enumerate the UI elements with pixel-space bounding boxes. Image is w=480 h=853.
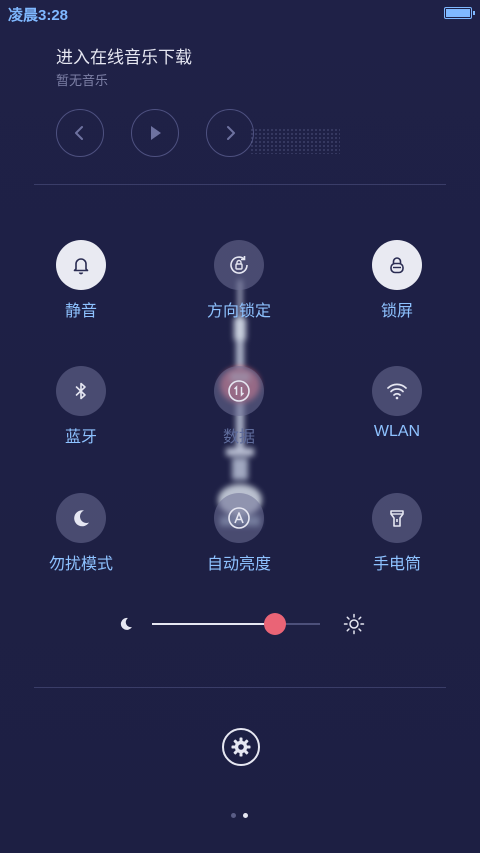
sun-icon — [343, 613, 365, 635]
divider-bottom — [34, 687, 446, 688]
previous-track-button[interactable] — [56, 109, 104, 157]
toggle-do-not-disturb[interactable]: 勿扰模式 — [21, 493, 141, 574]
bell-icon — [73, 258, 89, 275]
wifi-icon — [387, 383, 407, 400]
page-indicator-dot — [231, 813, 236, 818]
next-track-button[interactable] — [206, 109, 254, 157]
toggle-circle — [214, 366, 264, 416]
toggle-label: 勿扰模式 — [48, 556, 113, 573]
music-subtitle: 暂无音乐 — [56, 73, 109, 88]
toggle-label: 手电筒 — [372, 556, 421, 573]
divider-top — [34, 184, 446, 185]
brightness-slider-knob[interactable] — [263, 613, 286, 635]
toggle-flashlight[interactable]: 手电筒 — [337, 493, 457, 574]
toggle-circle — [372, 366, 422, 416]
status-bar: 凌晨3:28 — [0, 0, 480, 28]
rotation-lock-icon — [230, 256, 248, 274]
status-time: 凌晨3:28 — [8, 7, 69, 24]
battery-fill — [446, 9, 470, 17]
toggle-mobile-data[interactable]: 数据 — [179, 366, 299, 447]
toggle-label: 方向锁定 — [206, 303, 271, 320]
toggle-label: 蓝牙 — [64, 429, 97, 446]
toggle-label: 自动亮度 — [206, 556, 271, 573]
toggle-label: 锁屏 — [380, 303, 413, 320]
play-button[interactable] — [131, 109, 179, 157]
brightness-slider-fill — [152, 623, 275, 625]
toggle-auto-brightness[interactable]: 自动亮度 — [179, 493, 299, 574]
page-indicator-dot-active — [243, 813, 248, 818]
play-icon — [151, 126, 161, 140]
toggle-lock-screen[interactable]: 锁屏 — [337, 240, 457, 321]
toggle-circle — [56, 493, 106, 543]
toggle-circle — [56, 366, 106, 416]
toggle-circle — [372, 493, 422, 543]
battery-icon — [444, 7, 475, 19]
chevron-left-icon — [75, 126, 83, 140]
toggle-label: 静音 — [64, 303, 97, 320]
bluetooth-icon — [75, 382, 86, 400]
lock-icon — [390, 257, 404, 274]
chevron-right-icon — [227, 126, 235, 140]
toggle-bluetooth[interactable]: 蓝牙 — [21, 366, 141, 447]
moon-icon — [74, 510, 89, 527]
auto-brightness-icon — [228, 507, 250, 529]
toggle-label: 数据 — [222, 429, 255, 446]
toggle-rotation-lock[interactable]: 方向锁定 — [179, 240, 299, 321]
toggle-circle — [56, 240, 106, 290]
brightness-slider[interactable] — [152, 613, 320, 635]
toggle-mute[interactable]: 静音 — [21, 240, 141, 321]
toggle-circle — [214, 240, 264, 290]
toggle-circle — [372, 240, 422, 290]
toggle-circle — [214, 493, 264, 543]
data-transfer-icon — [228, 380, 250, 402]
flashlight-icon — [390, 510, 404, 527]
settings-button[interactable] — [222, 728, 260, 766]
toggle-wlan[interactable]: WLAN — [337, 366, 457, 441]
gear-icon — [231, 737, 251, 757]
music-title[interactable]: 进入在线音乐下载 — [56, 43, 192, 68]
toggle-label: WLAN — [373, 423, 421, 440]
moon-small-icon — [120, 617, 132, 630]
brightness-control — [0, 610, 480, 640]
audio-visualizer-dots — [250, 128, 340, 154]
